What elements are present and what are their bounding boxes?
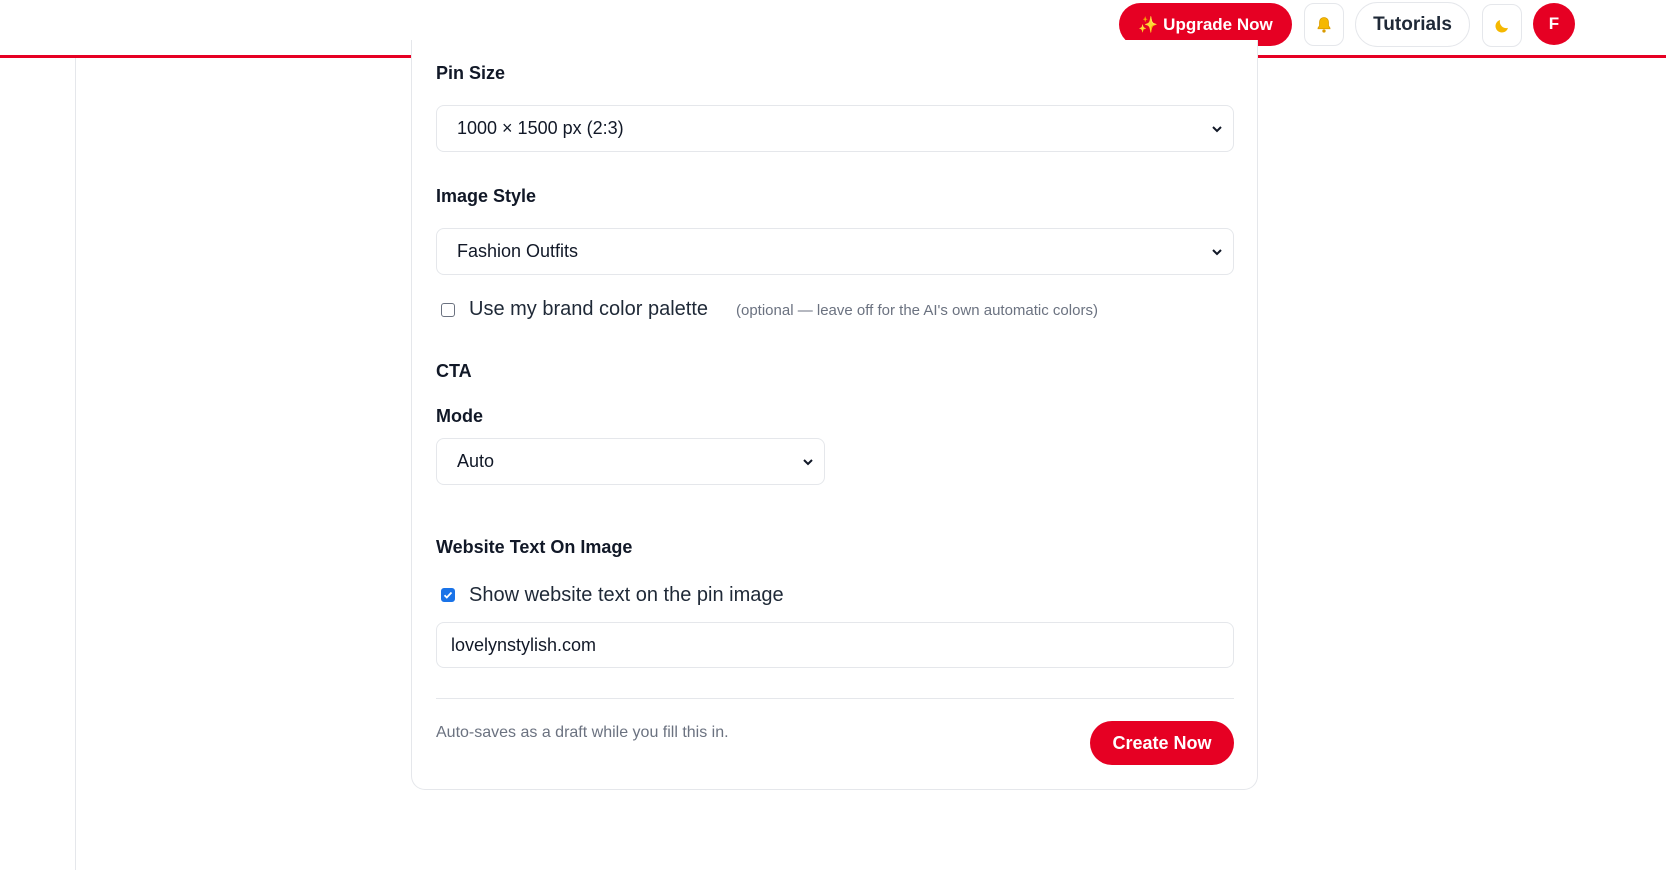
- autosave-note: Auto-saves as a draft while you fill thi…: [436, 724, 729, 741]
- cta-mode-select[interactable]: Auto: [436, 438, 825, 485]
- cta-mode-label: Mode: [436, 406, 483, 426]
- upgrade-now-label: Upgrade Now: [1163, 14, 1273, 34]
- cta-mode-value: Auto: [457, 451, 495, 471]
- website-text-input[interactable]: [436, 622, 1234, 668]
- brand-palette-label: Use my brand color palette: [469, 298, 709, 320]
- image-style-value: Fashion Outfits: [457, 241, 579, 261]
- notifications-button[interactable]: [1304, 3, 1344, 46]
- tutorials-button[interactable]: Tutorials: [1355, 2, 1470, 47]
- moon-icon: [1495, 19, 1508, 33]
- image-style-select[interactable]: Fashion Outfits: [436, 228, 1234, 275]
- create-now-button[interactable]: Create Now: [1090, 721, 1234, 765]
- cta-heading: CTA: [436, 361, 472, 381]
- sidebar-divider: [75, 58, 76, 870]
- theme-toggle-button[interactable]: [1482, 4, 1522, 47]
- bell-icon: [1317, 16, 1331, 33]
- image-style-label: Image Style: [436, 186, 537, 206]
- pin-size-select[interactable]: 1000 × 1500 px (2:3): [436, 105, 1234, 152]
- pin-size-label: Pin Size: [436, 63, 506, 83]
- website-text-checkbox[interactable]: [441, 588, 455, 602]
- chevron-down-icon: [1212, 125, 1222, 132]
- brand-palette-checkbox[interactable]: [441, 303, 455, 317]
- checkmark-icon: [443, 591, 453, 599]
- chevron-down-icon: [1212, 248, 1222, 255]
- website-text-heading: Website Text On Image: [436, 537, 633, 557]
- pin-size-value: 1000 × 1500 px (2:3): [457, 118, 624, 138]
- website-text-checkbox-label: Show website text on the pin image: [469, 584, 784, 606]
- avatar[interactable]: F: [1533, 3, 1575, 45]
- sparkles-icon: ✨: [1138, 16, 1159, 34]
- footer-divider: [436, 698, 1234, 699]
- chevron-down-icon: [803, 458, 813, 465]
- form-card: [411, 40, 1258, 790]
- brand-palette-hint: (optional — leave off for the AI's own a…: [736, 302, 1098, 319]
